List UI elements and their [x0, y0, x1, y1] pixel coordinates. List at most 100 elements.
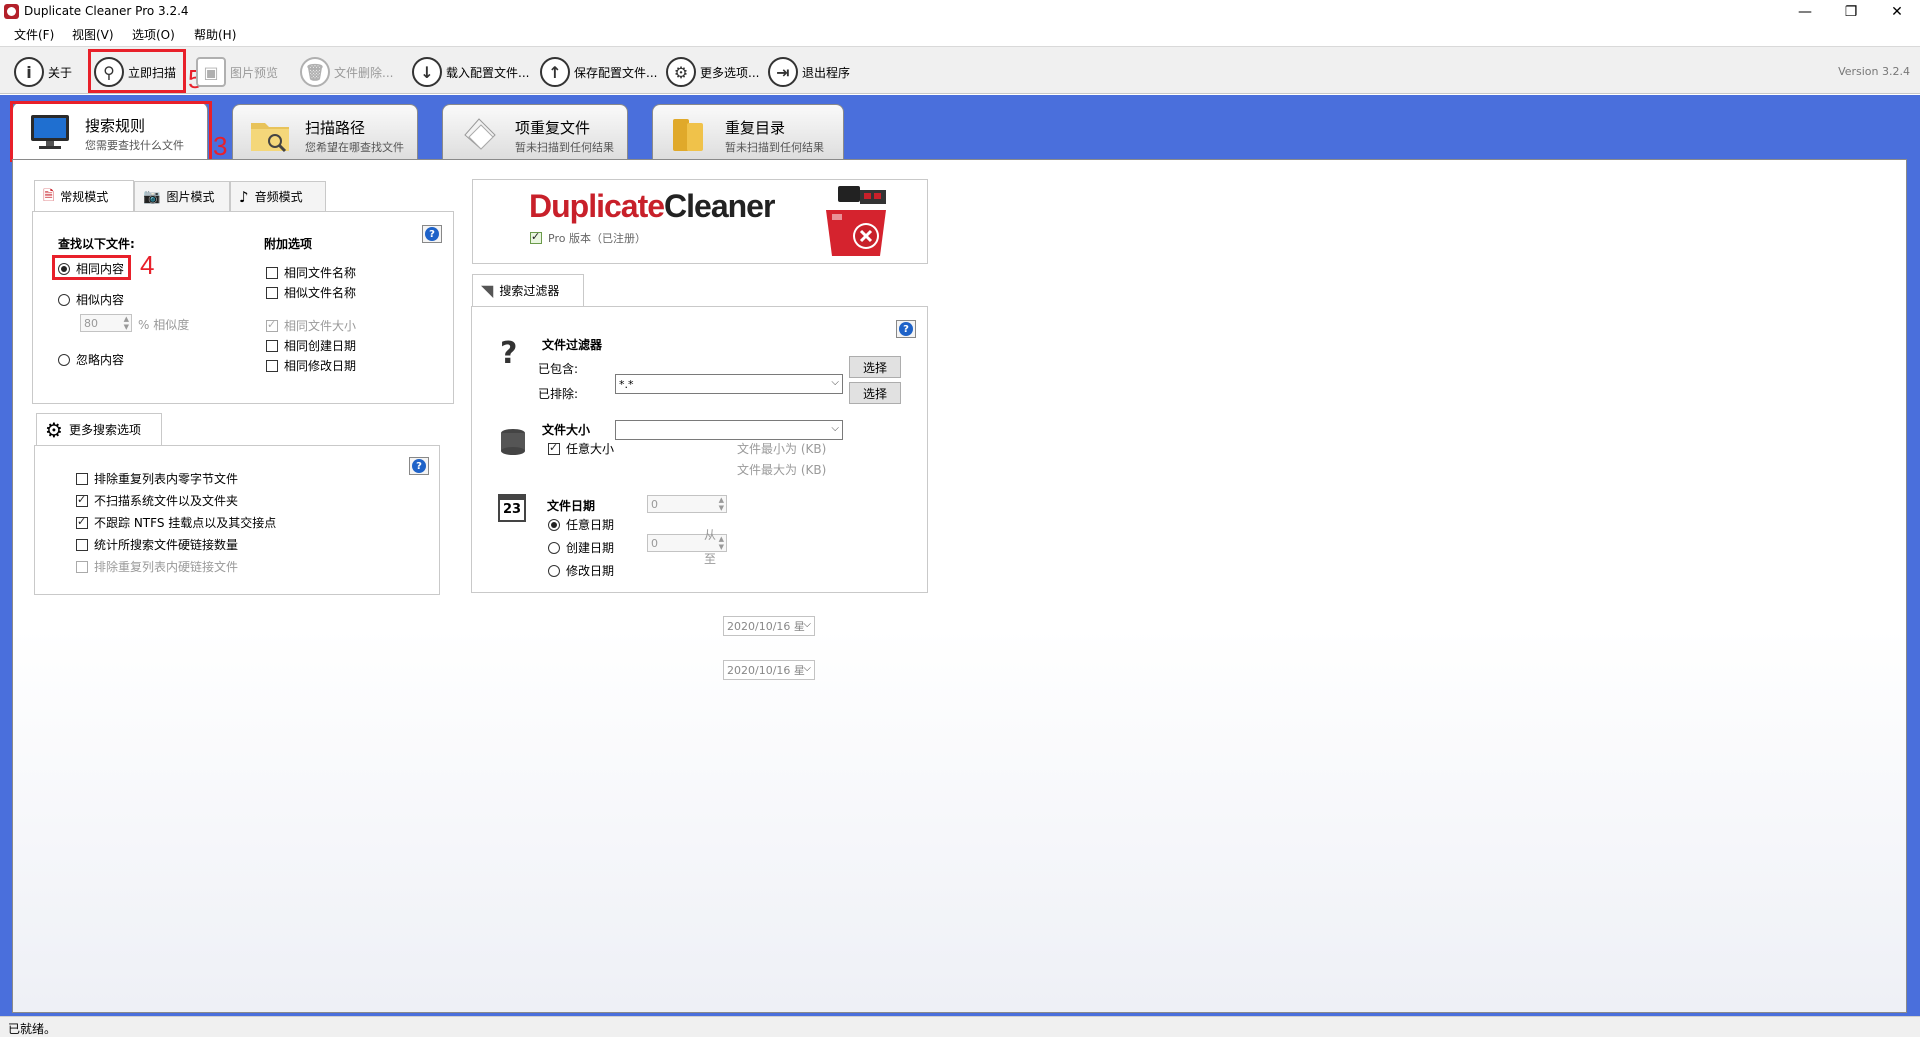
select-included-button[interactable]: 选择 — [849, 356, 901, 378]
checkbox-label: 相同创建日期 — [284, 339, 357, 353]
edition-label: Pro 版本（已注册） — [548, 232, 646, 245]
checkbox-label: 相同文件大小 — [284, 319, 357, 333]
tab-more-search[interactable]: ⚙ 更多搜索选项 — [36, 413, 162, 445]
camera-icon: 📷 — [143, 188, 161, 205]
checkbox[interactable] — [76, 472, 88, 485]
tab-subtitle: 您希望在哪查找文件 — [305, 141, 404, 154]
check-same-modified[interactable]: 相同修改日期 — [266, 357, 356, 374]
delete-files-button[interactable]: 🗑 文件删除... — [300, 53, 393, 91]
checkbox[interactable] — [76, 538, 88, 551]
excluded-input[interactable]: ⌵ — [615, 420, 843, 440]
checkbox-label: 排除重复列表内零字节文件 — [94, 472, 239, 486]
min-size-stepper[interactable]: 0 ▲ ▼ — [647, 495, 727, 513]
info-icon: i — [14, 57, 44, 87]
tab-image-mode[interactable]: 📷 图片模式 — [134, 181, 230, 211]
download-icon: ↓ — [412, 57, 442, 87]
file-filter-heading: 文件过滤器 — [542, 338, 603, 352]
checkbox[interactable] — [266, 286, 278, 299]
product-logo: DuplicateCleaner — [529, 188, 775, 225]
more-options-label: 更多选项... — [700, 65, 760, 80]
check-same-created[interactable]: 相同创建日期 — [266, 337, 356, 354]
tab-duplicate-files[interactable]: 项重复文件 暂未扫描到任何结果 — [442, 104, 628, 162]
checkbox[interactable] — [266, 359, 278, 372]
stepper-arrows-icon: ▲ ▼ — [718, 535, 724, 551]
to-date-picker[interactable]: 2020/10/16 星 ⌵ — [723, 660, 815, 680]
tab-normal-mode[interactable]: 🗎 常规模式 — [34, 180, 134, 212]
radio-button[interactable] — [548, 541, 560, 554]
radio-button[interactable] — [58, 293, 70, 306]
included-input[interactable]: *.* ⌵ — [615, 374, 843, 394]
help-button-more[interactable]: ? — [409, 457, 429, 475]
checkbox[interactable] — [548, 441, 560, 455]
radio-button[interactable] — [548, 518, 560, 531]
checkbox[interactable] — [266, 318, 278, 332]
check-exclude-hardlinks[interactable]: 排除重复列表内硬链接文件 — [76, 558, 238, 575]
checkbox[interactable] — [266, 339, 278, 352]
restore-button[interactable]: ❐ — [1828, 0, 1874, 23]
stepper-arrows-icon: ▲ ▼ — [718, 496, 724, 512]
radio-button[interactable] — [548, 564, 560, 577]
load-config-button[interactable]: ↓ 载入配置文件... — [412, 53, 529, 91]
radio-button[interactable] — [58, 262, 70, 275]
check-no-ntfs[interactable]: 不跟踪 NTFS 挂载点以及其交接点 — [76, 514, 276, 531]
select-excluded-button[interactable]: 选择 — [849, 382, 901, 404]
checkbox[interactable] — [266, 266, 278, 279]
menu-options[interactable]: 选项(O) — [132, 26, 175, 43]
tab-search-filter[interactable]: ◥ 搜索过滤器 — [472, 274, 584, 306]
radio-any-date[interactable]: 任意日期 — [548, 516, 614, 533]
question-icon: ? — [899, 322, 913, 336]
scan-now-button[interactable]: ⚲ 立即扫描 — [94, 53, 176, 91]
radio-similar-content[interactable]: 相似内容 — [58, 291, 124, 308]
window-title: Duplicate Cleaner Pro 3.2.4 — [24, 4, 189, 18]
help-button-rules[interactable]: ? — [422, 225, 442, 243]
menu-file[interactable]: 文件(F) — [14, 26, 54, 43]
load-config-label: 载入配置文件... — [446, 65, 530, 80]
close-button[interactable]: ✕ — [1874, 0, 1920, 23]
tab-title: 项重复文件 — [515, 119, 591, 137]
about-button[interactable]: i 关于 — [14, 53, 72, 91]
title-bar — [0, 0, 1920, 23]
tab-scan-path[interactable]: 扫描路径 您希望在哪查找文件 — [232, 104, 418, 162]
checkbox[interactable] — [76, 515, 88, 529]
app-icon — [4, 4, 19, 19]
radio-created-date[interactable]: 创建日期 — [548, 539, 614, 556]
scan-now-label: 立即扫描 — [128, 65, 177, 80]
check-skip-system[interactable]: 不扫描系统文件以及文件夹 — [76, 492, 238, 509]
radio-ignore-content[interactable]: 忽略内容 — [58, 351, 124, 368]
radio-button[interactable] — [58, 353, 70, 366]
check-count-hardlinks[interactable]: 统计所搜索文件硬链接数量 — [76, 536, 238, 553]
exit-label: 退出程序 — [802, 65, 851, 80]
check-any-size[interactable]: 任意大小 — [548, 440, 614, 457]
tab-subtitle: 暂未扫描到任何结果 — [515, 141, 614, 154]
minimize-button[interactable]: — — [1782, 0, 1828, 23]
image-preview-button[interactable]: ▣ 图片预览 — [196, 53, 278, 91]
menu-view[interactable]: 视图(V) — [72, 26, 114, 43]
more-options-button[interactable]: ⚙ 更多选项... — [666, 53, 759, 91]
logo-text-duplicate: Duplicate — [529, 188, 665, 224]
check-exclude-zero-byte[interactable]: 排除重复列表内零字节文件 — [76, 470, 238, 487]
logo-bag-icon — [826, 186, 886, 256]
from-date-picker[interactable]: 2020/10/16 星 ⌵ — [723, 616, 815, 636]
check-same-name[interactable]: 相同文件名称 — [266, 264, 356, 281]
exit-button[interactable]: ⇥ 退出程序 — [768, 53, 850, 91]
radio-same-content[interactable]: 相同内容 — [58, 260, 124, 277]
tab-search-filter-label: 搜索过滤器 — [499, 284, 560, 298]
annotation-4: 4 — [140, 250, 155, 280]
min-size-value: 0 — [651, 497, 658, 511]
tab-duplicate-folders[interactable]: 重复目录 暂未扫描到任何结果 — [652, 104, 844, 162]
similarity-label: % 相似度 — [138, 318, 190, 332]
checkbox[interactable] — [76, 493, 88, 507]
checkbox[interactable] — [76, 560, 88, 573]
similarity-stepper[interactable]: 80 ▲ ▼ — [80, 314, 132, 332]
check-similar-name[interactable]: 相似文件名称 — [266, 284, 356, 301]
check-same-size[interactable]: 相同文件大小 — [266, 317, 356, 334]
extra-heading: 附加选项 — [264, 237, 313, 251]
tab-audio-mode[interactable]: ♪ 音频模式 — [230, 181, 326, 211]
radio-modified-date[interactable]: 修改日期 — [548, 562, 614, 579]
max-size-value: 0 — [651, 536, 658, 550]
help-button-filter[interactable]: ? — [896, 320, 916, 338]
question-mark-icon: ? — [500, 336, 518, 371]
radio-label: 忽略内容 — [76, 353, 125, 367]
menu-help[interactable]: 帮助(H) — [194, 26, 236, 43]
save-config-button[interactable]: ↑ 保存配置文件... — [540, 53, 657, 91]
